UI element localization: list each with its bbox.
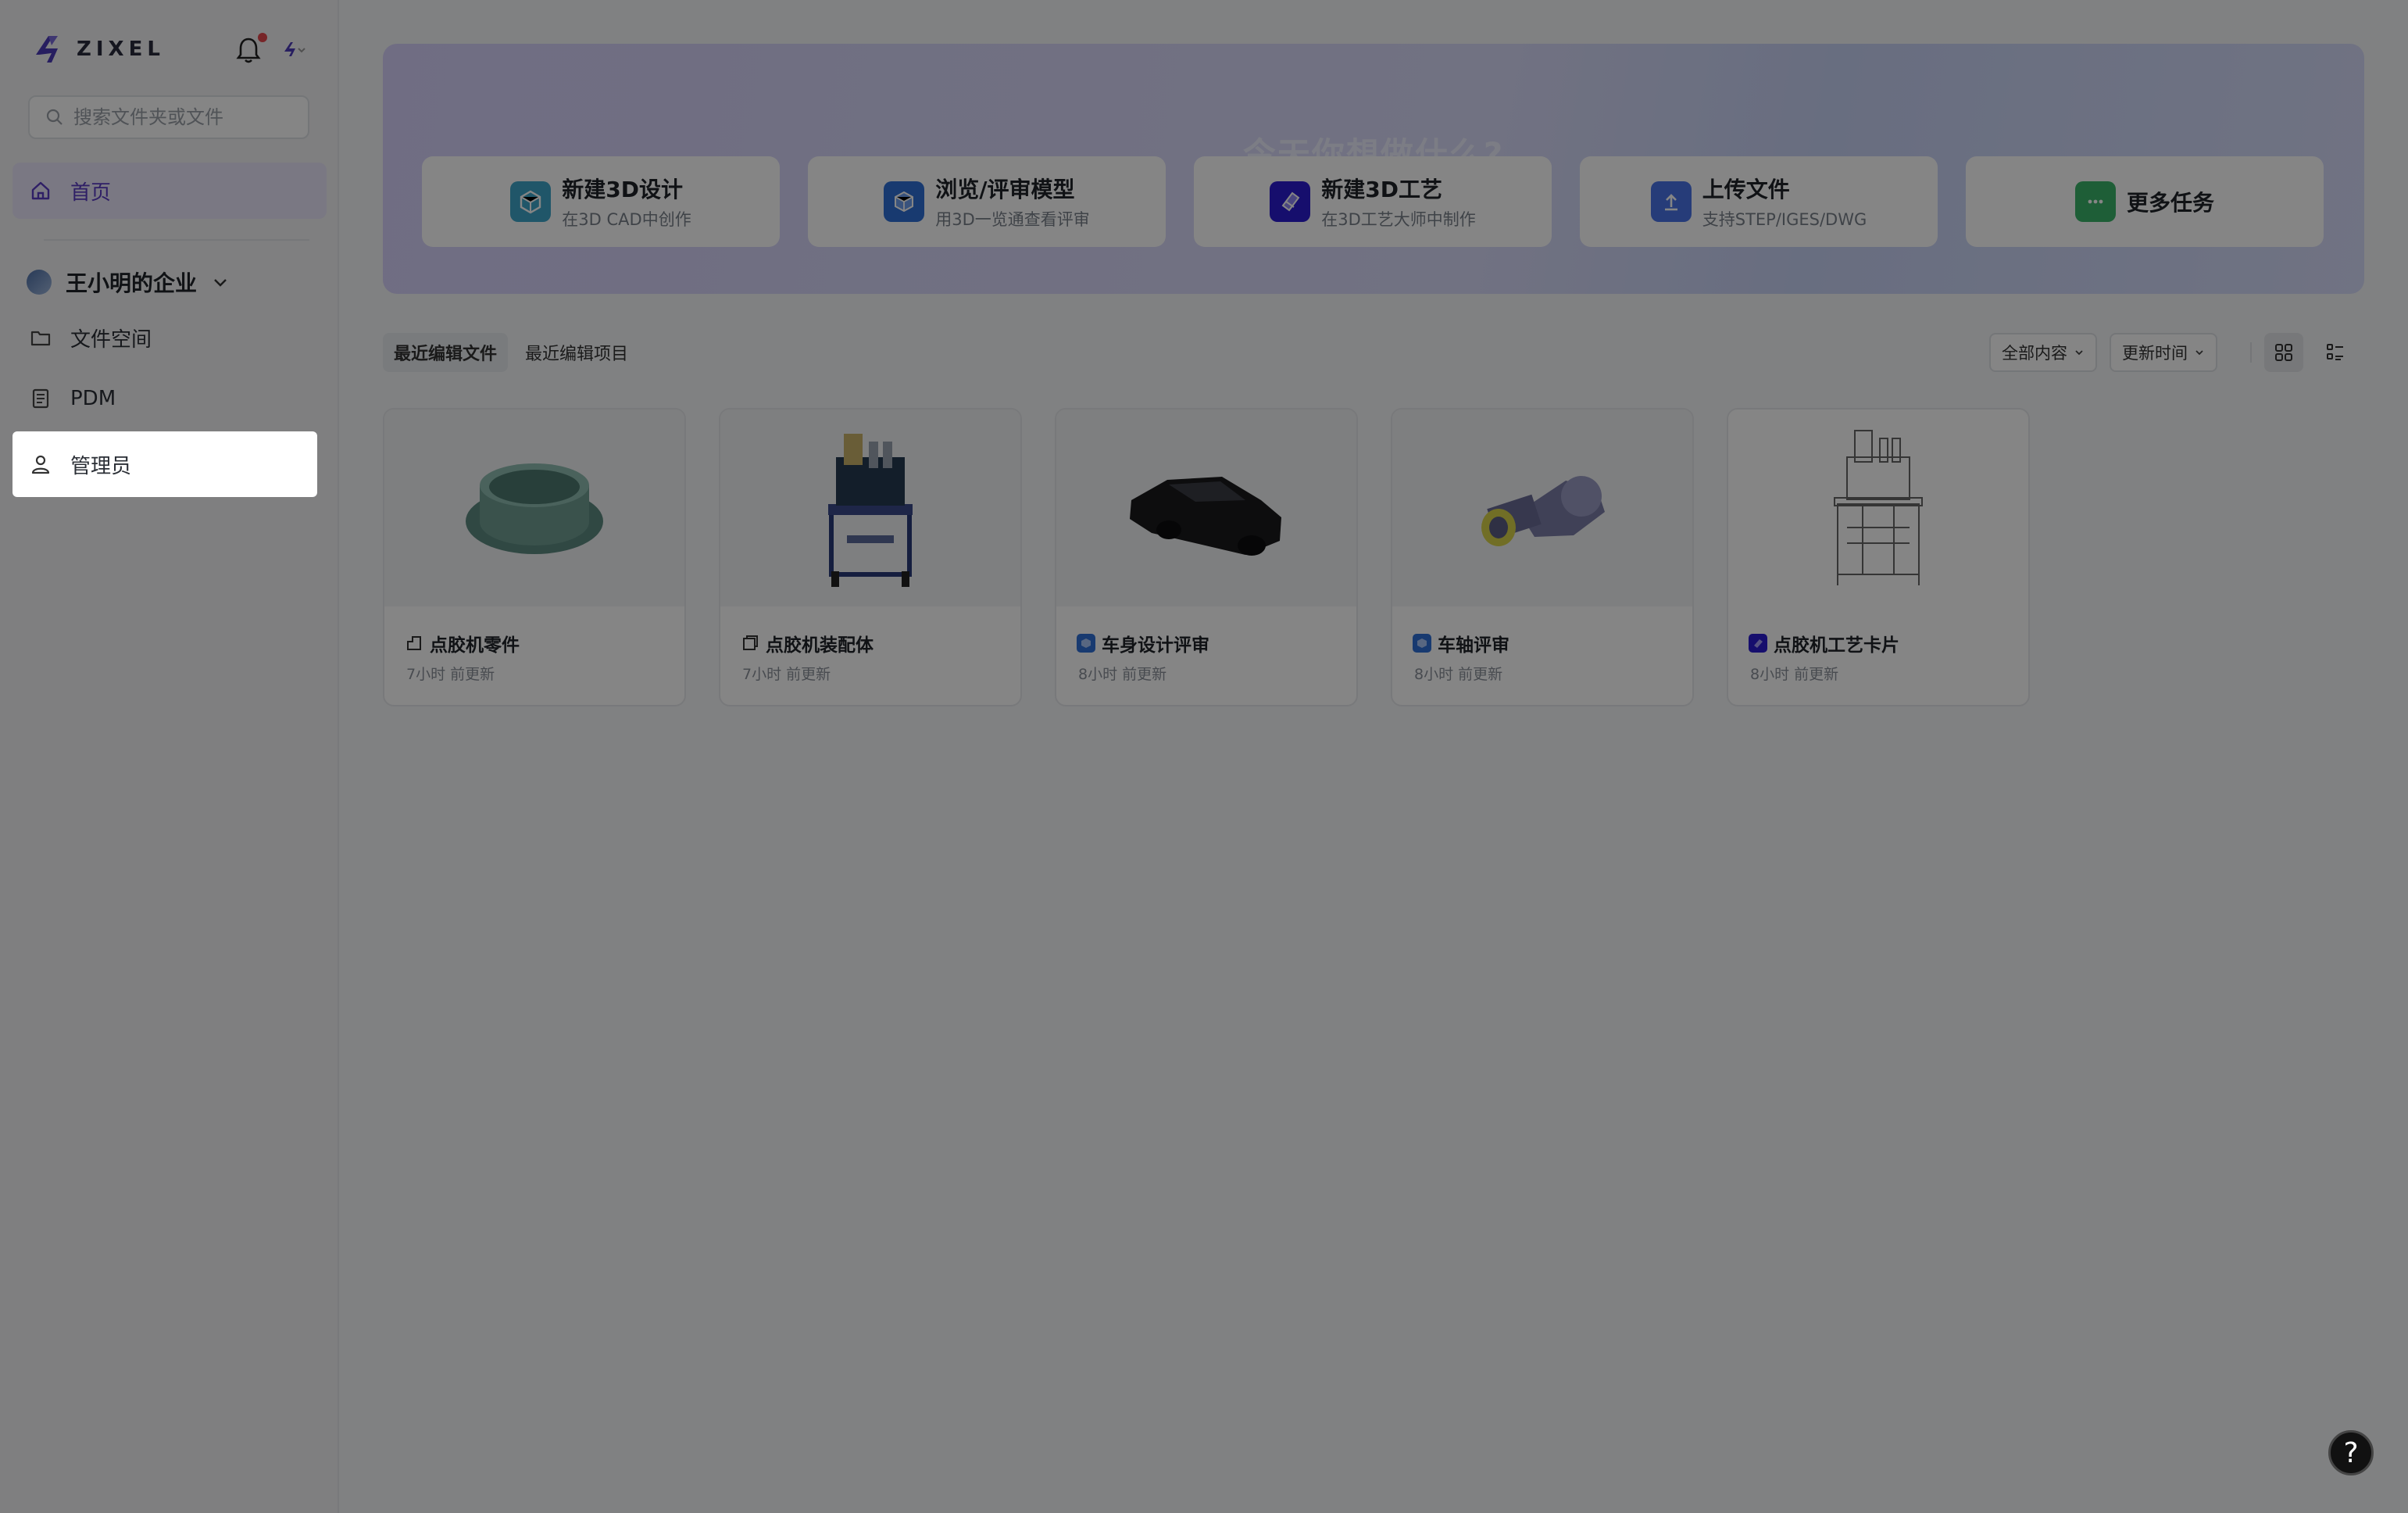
user-icon (31, 455, 50, 474)
dim-overlay[interactable] (0, 0, 2408, 1513)
help-button[interactable]: ? (2328, 1430, 2374, 1475)
nav-admin[interactable]: 管理员 (13, 431, 317, 497)
nav-admin-label: 管理员 (70, 454, 132, 478)
